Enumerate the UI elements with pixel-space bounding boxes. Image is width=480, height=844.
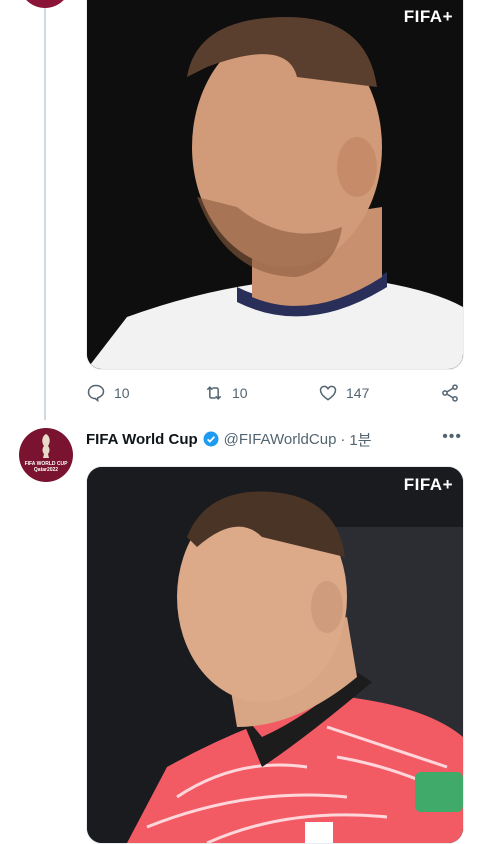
fifa-plus-watermark: FIFA+ xyxy=(403,475,453,494)
fifa-world-cup-avatar[interactable]: FIFA WORLD CUP Qatar2022 xyxy=(19,428,73,482)
world-cup-trophy-icon xyxy=(42,434,50,458)
retweet-count: 10 xyxy=(232,385,248,401)
author-handle[interactable]: @FIFAWorldCup xyxy=(224,431,337,448)
tweet-media-photo[interactable]: FIFA+ xyxy=(86,466,464,844)
reply-count: 10 xyxy=(114,385,130,401)
previous-tweet-avatar[interactable] xyxy=(19,0,71,8)
heart-icon xyxy=(319,385,337,401)
share-icon xyxy=(442,384,458,402)
player-photo xyxy=(87,0,463,369)
share-button[interactable] xyxy=(440,383,460,403)
author-name[interactable]: FIFA World Cup xyxy=(86,431,198,448)
reply-icon xyxy=(87,384,105,403)
thread-connector-line xyxy=(44,0,46,420)
like-count: 147 xyxy=(346,385,370,401)
more-options-icon[interactable]: ••• xyxy=(442,428,462,446)
reply-button[interactable]: 10 xyxy=(86,383,130,403)
tweet-action-bar: 10 10 147 xyxy=(86,383,466,405)
player-photo xyxy=(87,467,463,843)
like-button[interactable]: 147 xyxy=(318,383,369,403)
verified-badge-icon xyxy=(203,431,219,447)
retweet-icon xyxy=(206,386,222,400)
fifa-plus-watermark: FIFA+ xyxy=(403,7,453,26)
tweet-timestamp[interactable]: 1분 xyxy=(349,429,371,450)
separator-dot: · xyxy=(340,430,346,448)
retweet-button[interactable]: 10 xyxy=(204,383,248,403)
tweet-media-photo[interactable]: FIFA+ xyxy=(86,0,464,370)
tweet-header: FIFA World Cup @FIFAWorldCup · 1분 ••• xyxy=(86,428,466,450)
avatar-caption: FIFA WORLD CUP Qatar2022 xyxy=(24,461,68,473)
